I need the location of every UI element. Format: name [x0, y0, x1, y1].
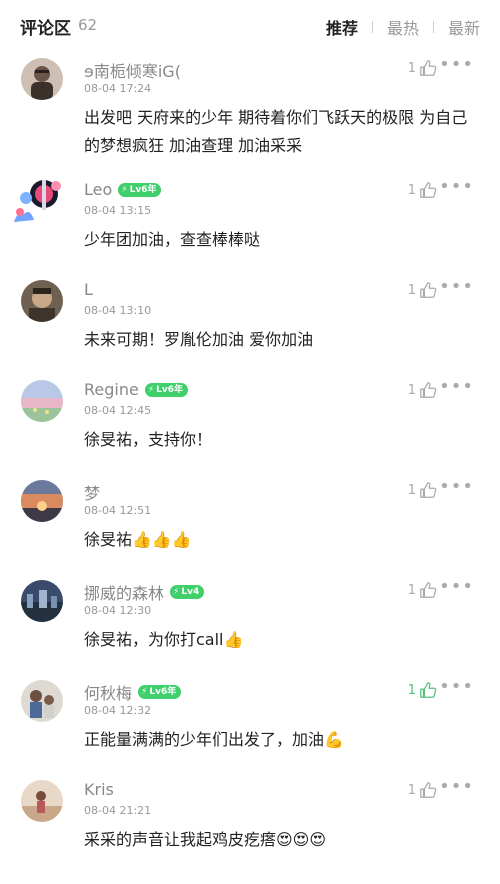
divider — [371, 21, 373, 33]
thumbs-up-icon — [420, 282, 437, 298]
comment-text: 正能量满满的少年们出发了，加油💪 — [84, 730, 344, 749]
thumbs-up-icon — [420, 782, 437, 798]
comment-time: 08-04 12:30 — [84, 604, 152, 617]
comment-item: 何秋梅 ⚡ Lv6年 08-04 12:32 正能量满满的少年们出发了，加油💪 1 … — [0, 674, 500, 774]
username[interactable]: ɘ南栀倾寒iG( — [84, 58, 181, 82]
thumbs-up-icon — [420, 182, 437, 198]
level-badge: ⚡ Lv6年 — [144, 382, 189, 397]
comment-item: Kris 08-04 21:21 采采的声音让我起鸡皮疙瘩😍😍😍 1 ••• — [0, 774, 500, 874]
like-count: 1 — [407, 482, 416, 498]
avatar[interactable] — [21, 680, 63, 722]
username[interactable]: L — [84, 280, 93, 299]
more-options-icon[interactable]: ••• — [439, 576, 474, 597]
more-options-icon[interactable]: ••• — [439, 476, 474, 497]
thumbs-up-icon — [420, 582, 437, 598]
level-badge: ⚡ Lv4 — [170, 585, 205, 599]
avatar[interactable] — [21, 780, 63, 822]
like-count: 1 — [407, 182, 416, 198]
divider — [432, 21, 434, 33]
lightning-icon: ⚡ — [141, 687, 148, 697]
comment-text: 少年团加油，查查棒棒哒 — [84, 230, 261, 249]
comment-time: 08-04 13:15 — [84, 204, 152, 217]
level-badge: ⚡ Lv6年 — [118, 182, 162, 197]
comment-count: 62 — [78, 16, 98, 34]
avatar[interactable] — [21, 580, 63, 622]
comment-time: 08-04 12:51 — [84, 504, 152, 517]
sort-recommended-tab[interactable]: 推荐 — [326, 15, 358, 39]
username[interactable]: Regine ⚡ Lv6年 — [84, 380, 189, 399]
sort-hottest-tab[interactable]: 最热 — [387, 15, 419, 39]
level-badge: ⚡ Lv6年 — [138, 685, 182, 699]
more-options-icon[interactable]: ••• — [439, 54, 474, 75]
comment-time: 08-04 13:10 — [84, 304, 152, 317]
like-button[interactable]: 1 — [408, 59, 437, 77]
username[interactable]: 何秋梅 ⚡ Lv6年 — [84, 680, 182, 704]
more-options-icon[interactable]: ••• — [439, 276, 474, 297]
like-button[interactable]: 1 — [408, 281, 437, 299]
comment-list: ɘ南栀倾寒iG( 08-04 17:24 出发吧 天府来的少年 期待着你们飞跃天… — [0, 52, 500, 874]
like-button[interactable]: 1 — [408, 581, 437, 599]
like-button[interactable]: 1 — [408, 381, 437, 399]
like-count: 1 — [407, 582, 416, 598]
avatar[interactable] — [21, 380, 63, 422]
thumbs-up-icon — [420, 60, 437, 76]
username[interactable]: Kris — [84, 780, 114, 799]
comment-text: 徐旻祐👍👍👍 — [84, 530, 192, 549]
like-button[interactable]: 1 — [408, 481, 437, 499]
comment-header: 评论区 62 推荐 最热 最新 — [0, 0, 500, 52]
more-options-icon[interactable]: ••• — [439, 376, 474, 397]
avatar[interactable] — [21, 280, 63, 322]
thumbs-up-icon — [420, 382, 437, 398]
comment-item: ɘ南栀倾寒iG( 08-04 17:24 出发吧 天府来的少年 期待着你们飞跃天… — [0, 52, 500, 174]
like-count: 1 — [407, 282, 416, 298]
more-options-icon[interactable]: ••• — [439, 676, 474, 697]
comment-item: 挪威的森林 ⚡ Lv4 08-04 12:30 徐旻祐，为你打call👍 1 ••• — [0, 574, 500, 674]
username[interactable]: Leo ⚡ Lv6年 — [84, 180, 162, 199]
sort-tabs: 推荐 最热 最新 — [326, 15, 480, 39]
thumbs-up-icon — [420, 682, 437, 698]
comment-time: 08-04 21:21 — [84, 804, 152, 817]
sort-newest-tab[interactable]: 最新 — [448, 15, 480, 39]
like-count: 1 — [407, 682, 416, 698]
comment-text: 出发吧 天府来的少年 期待着你们飞跃天的极限 为自己的梦想疯狂 加油查理 加油采… — [84, 108, 468, 155]
comment-item: L 08-04 13:10 未来可期！罗胤伦加油 爱你加油 1 ••• — [0, 274, 500, 374]
like-count: 1 — [407, 382, 416, 398]
comment-time: 08-04 12:45 — [84, 404, 152, 417]
avatar[interactable] — [12, 176, 64, 226]
comment-time: 08-04 17:24 — [84, 82, 152, 95]
avatar[interactable] — [21, 480, 63, 522]
more-options-icon[interactable]: ••• — [439, 776, 474, 797]
like-button[interactable]: 1 — [408, 681, 437, 699]
lightning-icon: ⚡ — [173, 587, 180, 597]
comment-section-title: 评论区 — [20, 19, 71, 39]
like-button[interactable]: 1 — [408, 181, 437, 199]
username[interactable]: 挪威的森林 ⚡ Lv4 — [84, 580, 205, 604]
avatar[interactable] — [21, 58, 63, 100]
lightning-icon: ⚡ — [147, 384, 155, 395]
comment-item: Regine ⚡ Lv6年 08-04 12:45 徐旻祐，支持你！ 1 ••• — [0, 374, 500, 474]
comment-text: 徐旻祐，为你打call👍 — [84, 630, 244, 649]
like-count: 1 — [407, 782, 416, 798]
more-options-icon[interactable]: ••• — [439, 176, 474, 197]
like-button[interactable]: 1 — [408, 781, 437, 799]
comment-item: 梦 08-04 12:51 徐旻祐👍👍👍 1 ••• — [0, 474, 500, 574]
comment-text: 徐旻祐，支持你！ — [84, 430, 213, 449]
comment-text: 未来可期！罗胤伦加油 爱你加油 — [84, 330, 314, 349]
comment-time: 08-04 12:32 — [84, 704, 152, 717]
lightning-icon: ⚡ — [121, 184, 128, 195]
comment-item: Leo ⚡ Lv6年 08-04 13:15 少年团加油，查查棒棒哒 1 ••• — [0, 174, 500, 274]
thumbs-up-icon — [420, 482, 437, 498]
username[interactable]: 梦 — [84, 480, 100, 504]
like-count: 1 — [407, 60, 416, 76]
comment-text: 采采的声音让我起鸡皮疙瘩😍😍😍 — [84, 830, 327, 849]
